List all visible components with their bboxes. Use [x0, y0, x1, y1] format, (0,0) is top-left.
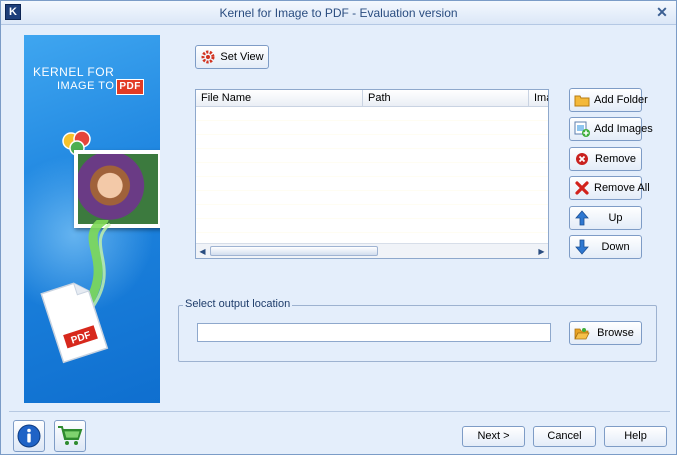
shopping-cart-icon — [58, 426, 83, 445]
close-icon[interactable]: ✕ — [654, 4, 670, 20]
info-icon — [17, 424, 41, 448]
output-location-legend: Select output location — [183, 298, 293, 310]
title-bar: K Kernel for Image to PDF - Evaluation v… — [1, 1, 676, 25]
add-folder-label: Add Folder — [594, 94, 648, 106]
main-window: K Kernel for Image to PDF - Evaluation v… — [0, 0, 677, 455]
arrow-up-icon — [574, 210, 590, 226]
column-file-name[interactable]: File Name — [196, 90, 363, 107]
remove-button[interactable]: Remove — [569, 147, 642, 171]
window-title: Kernel for Image to PDF - Evaluation ver… — [219, 6, 458, 20]
up-button[interactable]: Up — [569, 206, 642, 230]
column-image[interactable]: Ima — [529, 90, 548, 107]
cancel-button[interactable]: Cancel — [533, 426, 596, 447]
arrow-down-icon — [574, 239, 590, 255]
brand-logo: KERNEL FOR IMAGE TO PDF — [33, 65, 157, 95]
child-photo — [74, 150, 160, 228]
scrollbar-thumb[interactable] — [210, 246, 378, 256]
remove-label: Remove — [595, 153, 636, 165]
info-button[interactable] — [13, 420, 45, 452]
pdf-document-icon: PDF — [40, 282, 109, 364]
brand-line2: IMAGE TO PDF — [33, 79, 157, 95]
browse-label: Browse — [597, 327, 634, 339]
horizontal-scrollbar[interactable]: ◀ ▶ — [196, 243, 548, 258]
up-label: Up — [608, 212, 623, 224]
buy-button[interactable] — [54, 420, 86, 452]
open-folder-icon — [574, 325, 590, 341]
down-button[interactable]: Down — [569, 235, 642, 259]
file-list-header: File Name Path Ima — [196, 90, 548, 107]
next-button[interactable]: Next > — [462, 426, 525, 447]
footer-separator — [9, 411, 670, 412]
file-list-body[interactable] — [196, 107, 548, 243]
browse-button[interactable]: Browse — [569, 321, 642, 345]
folder-icon — [574, 92, 590, 108]
help-button[interactable]: Help — [604, 426, 667, 447]
set-view-label: Set View — [220, 51, 264, 63]
scroll-right-icon[interactable]: ▶ — [536, 246, 547, 257]
set-view-button[interactable]: Set View — [195, 45, 269, 69]
brand-pdf-tag: PDF — [116, 79, 144, 95]
column-path[interactable]: Path — [363, 90, 529, 107]
product-banner: KERNEL FOR IMAGE TO PDF PDF — [24, 35, 160, 403]
scroll-left-icon[interactable]: ◀ — [197, 246, 208, 257]
remove-icon — [574, 151, 590, 167]
down-label: Down — [601, 241, 630, 253]
brand-line2-text: IMAGE TO — [57, 80, 115, 92]
add-images-button[interactable]: Add Images — [569, 117, 653, 141]
add-image-icon — [574, 121, 590, 137]
remove-all-button[interactable]: Remove All — [569, 176, 650, 200]
remove-all-icon — [574, 180, 590, 196]
file-list[interactable]: File Name Path Ima ◀ ▶ — [195, 89, 549, 259]
output-path-input[interactable] — [197, 323, 551, 342]
remove-all-label: Remove All — [594, 182, 650, 194]
add-images-label: Add Images — [594, 123, 653, 135]
brand-line1: KERNEL FOR — [33, 65, 115, 79]
gear-icon — [200, 49, 216, 65]
add-folder-button[interactable]: Add Folder — [569, 88, 648, 112]
